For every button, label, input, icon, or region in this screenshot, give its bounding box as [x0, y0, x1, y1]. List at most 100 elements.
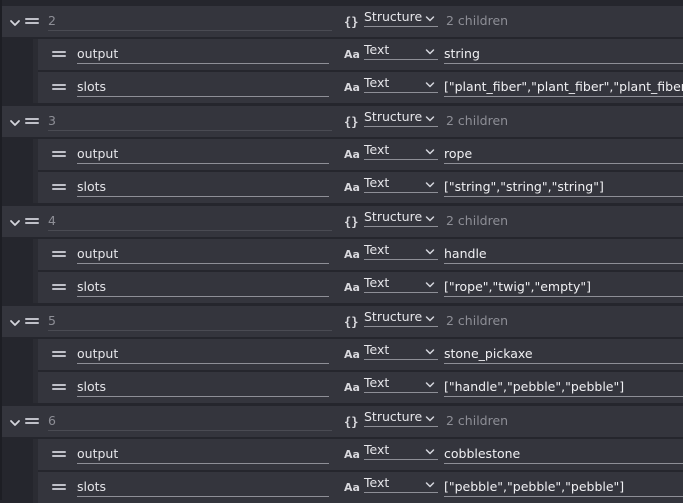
- field-row[interactable]: output Aa Text stone_pickaxe: [38, 339, 683, 370]
- structure-row[interactable]: 5 {} Structure 2 children: [2, 306, 683, 337]
- children-summary: 2 children: [446, 13, 509, 28]
- key-input[interactable]: slots: [77, 479, 329, 497]
- drag-handle-icon[interactable]: [52, 84, 66, 92]
- type-select[interactable]: Structure: [364, 9, 438, 27]
- caret-down-icon: [425, 416, 435, 422]
- drag-handle-icon[interactable]: [52, 384, 66, 392]
- index-field[interactable]: 5: [48, 313, 332, 331]
- value-input[interactable]: string: [444, 46, 683, 64]
- type-select[interactable]: Text: [364, 342, 438, 360]
- text-type-icon: Aa: [344, 248, 360, 261]
- index-field[interactable]: 6: [48, 413, 332, 431]
- structure-editor-list: 2 {} Structure 2 children output Aa Text string…: [0, 0, 683, 503]
- key-input[interactable]: slots: [77, 179, 329, 197]
- caret-down-icon: [425, 349, 435, 355]
- text-type-icon: Aa: [344, 348, 360, 361]
- children-summary: 2 children: [446, 113, 509, 128]
- drag-handle-icon[interactable]: [52, 184, 66, 192]
- field-row[interactable]: slots Aa Text ["string","string","string"]: [38, 172, 683, 203]
- value-input[interactable]: ["plant_fiber","plant_fiber","plant_fibe…: [444, 79, 683, 97]
- key-input[interactable]: output: [77, 446, 329, 464]
- type-select[interactable]: Structure: [364, 309, 438, 327]
- structure-type-icon: {}: [344, 15, 359, 29]
- text-type-icon: Aa: [344, 81, 360, 94]
- type-select[interactable]: Text: [364, 175, 438, 193]
- type-select-label: Text: [364, 475, 390, 490]
- value-input[interactable]: handle: [444, 246, 683, 264]
- chevron-down-icon[interactable]: [8, 115, 22, 129]
- key-input[interactable]: output: [77, 146, 329, 164]
- caret-down-icon: [425, 316, 435, 322]
- caret-down-icon: [425, 49, 435, 55]
- chevron-down-icon[interactable]: [8, 215, 22, 229]
- structure-row[interactable]: 3 {} Structure 2 children: [2, 106, 683, 137]
- key-input[interactable]: output: [77, 46, 329, 64]
- type-select[interactable]: Text: [364, 275, 438, 293]
- type-select-label: Text: [364, 442, 390, 457]
- drag-handle-icon[interactable]: [25, 18, 39, 26]
- drag-handle-icon[interactable]: [52, 284, 66, 292]
- type-select-label: Text: [364, 375, 390, 390]
- drag-handle-icon[interactable]: [52, 251, 66, 259]
- drag-handle-icon[interactable]: [25, 218, 39, 226]
- key-input[interactable]: output: [77, 246, 329, 264]
- drag-handle-icon[interactable]: [52, 351, 66, 359]
- field-row[interactable]: output Aa Text cobblestone: [38, 439, 683, 470]
- type-select[interactable]: Text: [364, 475, 438, 493]
- drag-handle-icon[interactable]: [25, 118, 39, 126]
- drag-handle-icon[interactable]: [52, 451, 66, 459]
- type-select[interactable]: Text: [364, 442, 438, 460]
- text-type-icon: Aa: [344, 381, 360, 394]
- value-input[interactable]: cobblestone: [444, 446, 683, 464]
- index-field[interactable]: 4: [48, 213, 332, 231]
- text-type-icon: Aa: [344, 181, 360, 194]
- text-type-icon: Aa: [344, 148, 360, 161]
- type-select[interactable]: Text: [364, 242, 438, 260]
- key-input[interactable]: output: [77, 346, 329, 364]
- drag-handle-icon[interactable]: [52, 51, 66, 59]
- drag-handle-icon[interactable]: [25, 318, 39, 326]
- field-row[interactable]: output Aa Text rope: [38, 139, 683, 170]
- type-select[interactable]: Structure: [364, 409, 438, 427]
- type-select[interactable]: Text: [364, 75, 438, 93]
- drag-handle-icon[interactable]: [52, 151, 66, 159]
- value-input[interactable]: ["handle","pebble","pebble"]: [444, 379, 683, 397]
- key-input[interactable]: slots: [77, 79, 329, 97]
- type-select-label: Text: [364, 342, 390, 357]
- key-input[interactable]: slots: [77, 379, 329, 397]
- drag-handle-icon[interactable]: [52, 484, 66, 492]
- chevron-down-icon[interactable]: [8, 415, 22, 429]
- type-select[interactable]: Text: [364, 142, 438, 160]
- value-input[interactable]: ["string","string","string"]: [444, 179, 683, 197]
- type-select[interactable]: Structure: [364, 209, 438, 227]
- chevron-down-icon[interactable]: [8, 15, 22, 29]
- key-input[interactable]: slots: [77, 279, 329, 297]
- value-input[interactable]: rope: [444, 146, 683, 164]
- structure-row[interactable]: 4 {} Structure 2 children: [2, 206, 683, 237]
- field-row[interactable]: slots Aa Text ["plant_fiber","plant_fiber",…: [38, 72, 683, 103]
- type-select-label: Structure: [364, 9, 423, 24]
- type-select[interactable]: Text: [364, 375, 438, 393]
- type-select-label: Structure: [364, 309, 423, 324]
- index-field[interactable]: 2: [48, 13, 332, 31]
- caret-down-icon: [425, 282, 435, 288]
- field-row[interactable]: output Aa Text handle: [38, 239, 683, 270]
- field-row[interactable]: slots Aa Text ["rope","twig","empty"]: [38, 272, 683, 303]
- value-input[interactable]: ["pebble","pebble","pebble"]: [444, 479, 683, 497]
- structure-row[interactable]: 2 {} Structure 2 children: [2, 6, 683, 37]
- field-row[interactable]: output Aa Text string: [38, 39, 683, 70]
- chevron-down-icon[interactable]: [8, 315, 22, 329]
- value-input[interactable]: ["rope","twig","empty"]: [444, 279, 683, 297]
- type-select[interactable]: Text: [364, 42, 438, 60]
- type-select-label: Structure: [364, 209, 423, 224]
- index-field[interactable]: 3: [48, 113, 332, 131]
- drag-handle-icon[interactable]: [25, 418, 39, 426]
- caret-down-icon: [425, 249, 435, 255]
- caret-down-icon: [425, 182, 435, 188]
- type-select-label: Structure: [364, 109, 423, 124]
- structure-row[interactable]: 6 {} Structure 2 children: [2, 406, 683, 437]
- type-select[interactable]: Structure: [364, 109, 438, 127]
- field-row[interactable]: slots Aa Text ["pebble","pebble","pebble"]: [38, 472, 683, 503]
- value-input[interactable]: stone_pickaxe: [444, 346, 683, 364]
- field-row[interactable]: slots Aa Text ["handle","pebble","pebble"]: [38, 372, 683, 403]
